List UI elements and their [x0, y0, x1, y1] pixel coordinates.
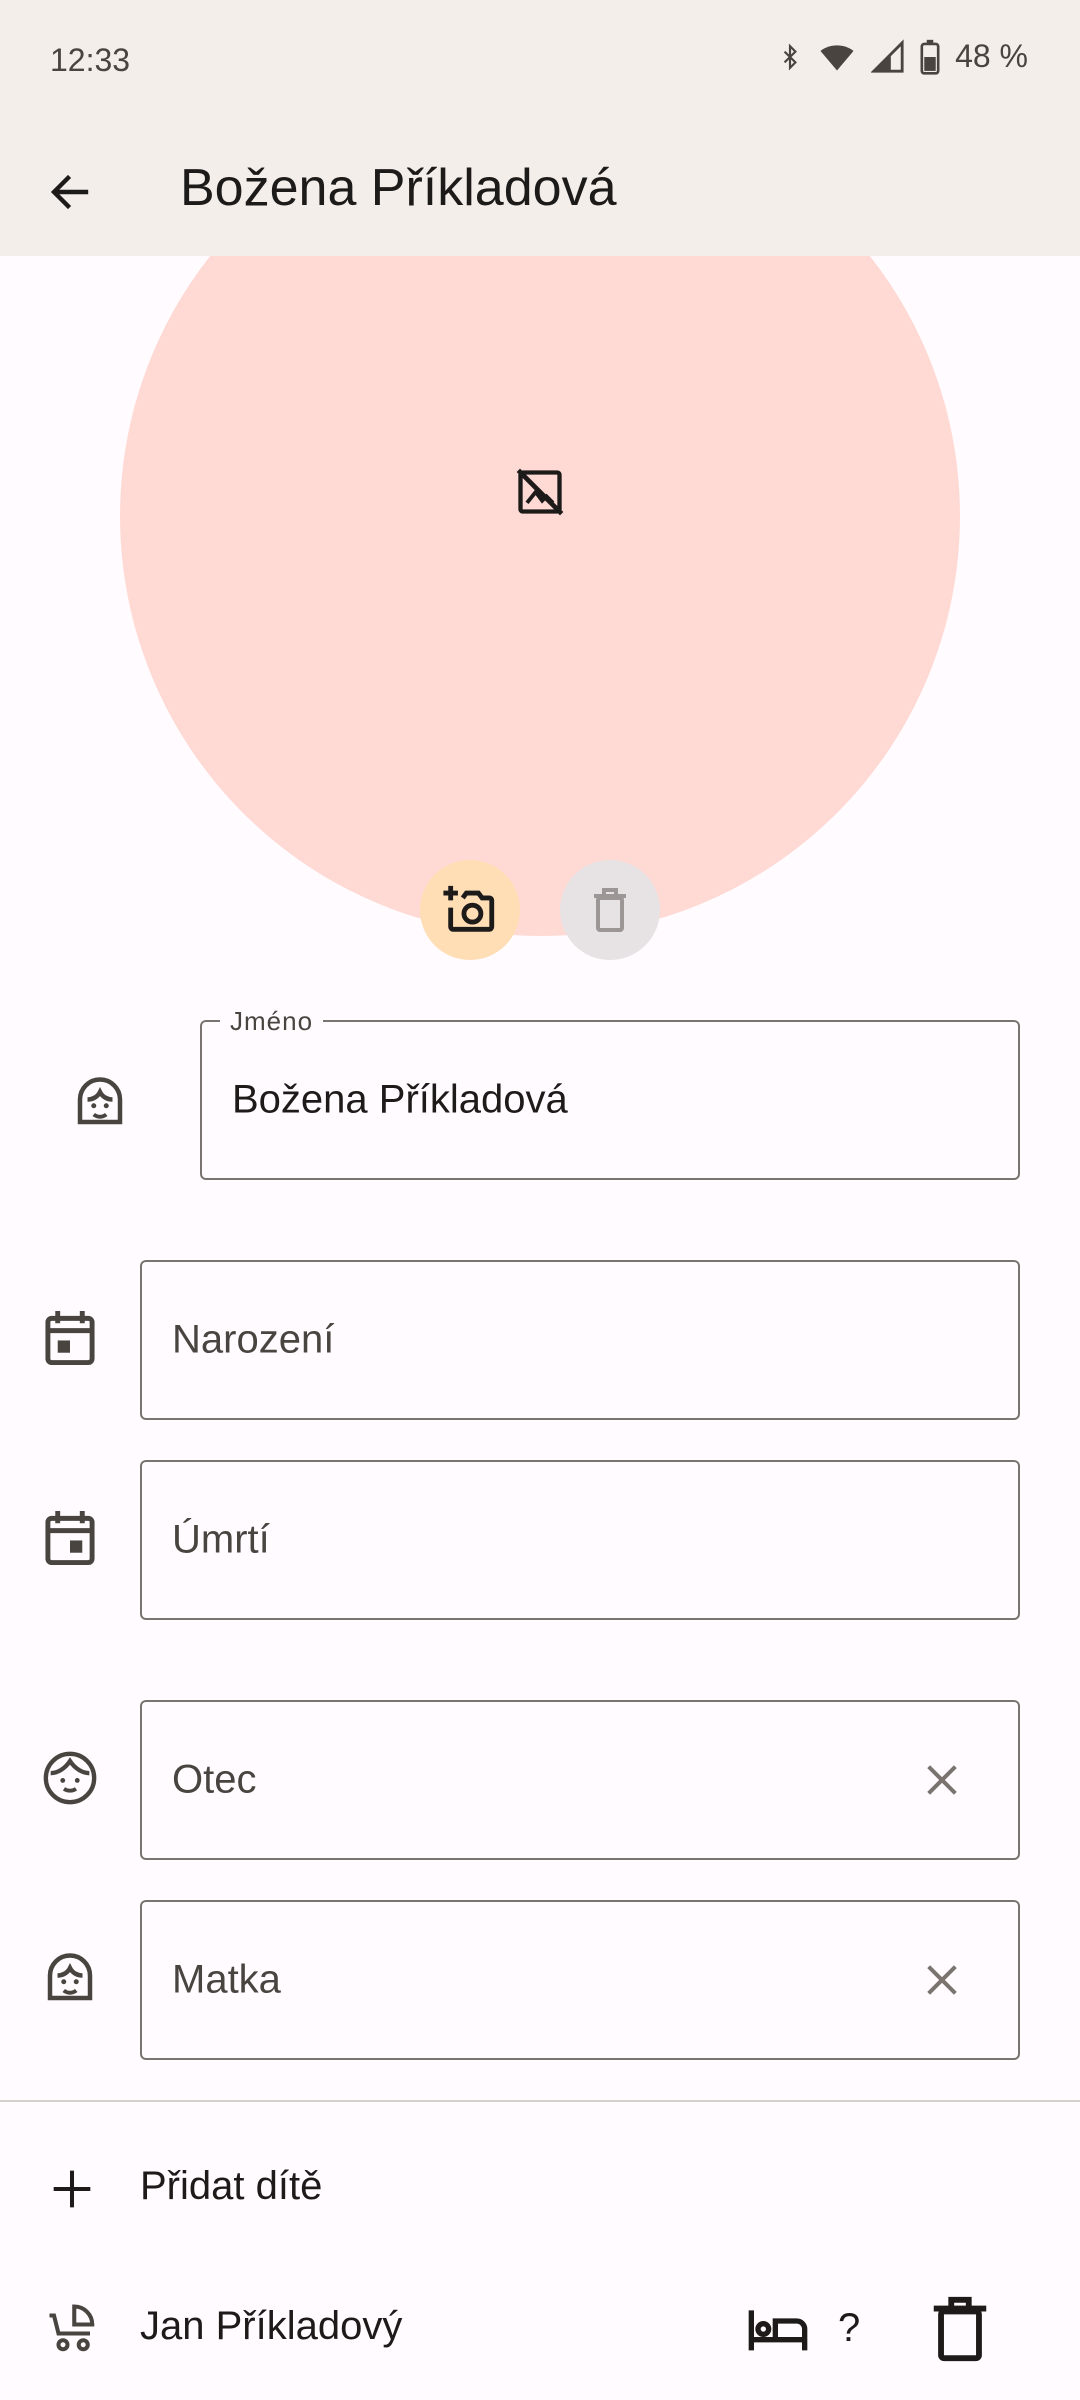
back-button[interactable]: [30, 152, 110, 232]
wifi-icon: [820, 44, 854, 70]
father-field[interactable]: Otec: [140, 1700, 1020, 1860]
app-bar: Božena Příkladová: [0, 128, 1080, 256]
father-placeholder: Otec: [172, 1757, 257, 1802]
page-title: Božena Příkladová: [180, 159, 617, 217]
trash-icon: [594, 888, 626, 932]
mother-placeholder: Matka: [172, 1957, 281, 2002]
clear-mother-icon[interactable]: [922, 1960, 962, 2000]
calendar-event-icon: [38, 1506, 102, 1570]
name-field-label: Jméno: [220, 1006, 324, 1037]
stroller-icon: [40, 2297, 104, 2361]
delete-photo-button[interactable]: [560, 860, 660, 960]
delete-child-icon[interactable]: [928, 2294, 992, 2364]
name-field-value: Božena Příkladová: [232, 1077, 568, 1122]
man-face-icon: [38, 1746, 102, 1810]
mother-field[interactable]: Matka: [140, 1900, 1020, 2060]
bluetooth-icon: [783, 43, 798, 70]
clear-father-icon[interactable]: [922, 1760, 962, 1800]
plus-icon: [40, 2157, 104, 2221]
battery-icon: [920, 39, 940, 75]
name-field[interactable]: Jméno Božena Příkladová: [200, 1006, 1020, 1180]
birth-date-field[interactable]: Narození: [140, 1260, 1020, 1420]
status-bar: 12:33 48 %: [0, 0, 1080, 128]
divider: [0, 2100, 1080, 2102]
child-status: ?: [838, 2306, 861, 2350]
add-camera-icon: [443, 885, 495, 932]
list-item[interactable]: Jan Příkladový ?: [0, 2264, 1080, 2394]
battery-percent: 48 %: [955, 38, 1028, 74]
bed-icon[interactable]: [746, 2297, 810, 2361]
status-time: 12:33: [50, 42, 131, 78]
death-date-placeholder: Úmrtí: [172, 1517, 270, 1562]
death-date-field[interactable]: Úmrtí: [140, 1460, 1020, 1620]
birth-date-placeholder: Narození: [172, 1317, 335, 1362]
child-name: Jan Příkladový: [140, 2304, 403, 2348]
profile-photo: [120, 256, 960, 936]
image-not-supported-icon: [516, 468, 564, 516]
add-child-label: Přidat dítě: [140, 2164, 323, 2208]
signal-icon: [871, 38, 904, 73]
woman-face-icon: [38, 1946, 102, 2010]
arrow-back-icon: [50, 174, 89, 210]
add-photo-button[interactable]: [420, 860, 520, 960]
calendar-icon: [38, 1306, 102, 1370]
photo-area: [0, 256, 1080, 956]
status-icons: 48 %: [777, 38, 1028, 75]
add-child-button[interactable]: Přidat dítě: [0, 2124, 1080, 2254]
woman-face-icon: [68, 1070, 132, 1134]
